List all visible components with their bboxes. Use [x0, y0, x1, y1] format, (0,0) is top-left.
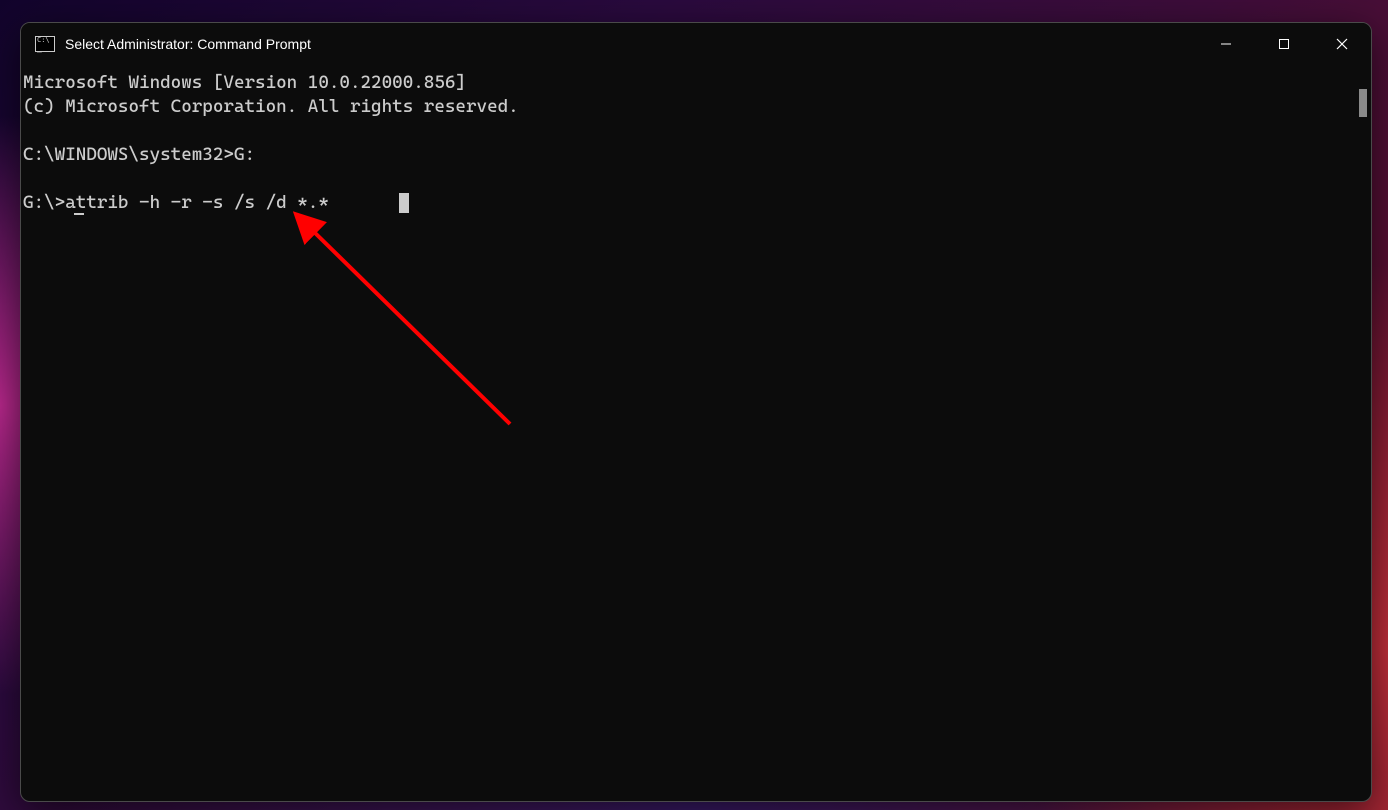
- window-controls: [1197, 23, 1371, 65]
- prompt-text: G:\>: [23, 192, 65, 213]
- titlebar[interactable]: Select Administrator: Command Prompt: [21, 23, 1371, 65]
- output-line: Microsoft Windows [Version 10.0.22000.85…: [23, 72, 466, 93]
- close-button[interactable]: [1313, 23, 1371, 65]
- maximize-icon: [1278, 38, 1290, 50]
- output-line: (c) Microsoft Corporation. All rights re…: [23, 96, 519, 117]
- selection-underline: [74, 213, 84, 215]
- terminal-output[interactable]: Microsoft Windows [Version 10.0.22000.85…: [21, 71, 1353, 801]
- close-icon: [1336, 38, 1348, 50]
- desktop-background: Select Administrator: Command Prompt: [0, 0, 1388, 810]
- scrollbar-thumb[interactable]: [1359, 89, 1367, 117]
- minimize-button[interactable]: [1197, 23, 1255, 65]
- text-cursor: [399, 193, 409, 213]
- minimize-icon: [1220, 38, 1232, 50]
- scrollbar[interactable]: [1355, 71, 1369, 795]
- output-line: C:\WINDOWS\system32>G:: [23, 144, 255, 165]
- command-prompt-window: Select Administrator: Command Prompt: [20, 22, 1372, 802]
- command-text: attrib -h -r -s /s /d *.*: [65, 192, 329, 213]
- maximize-button[interactable]: [1255, 23, 1313, 65]
- window-title: Select Administrator: Command Prompt: [65, 36, 311, 52]
- terminal-area[interactable]: Microsoft Windows [Version 10.0.22000.85…: [21, 65, 1371, 801]
- cmd-icon: [35, 36, 55, 52]
